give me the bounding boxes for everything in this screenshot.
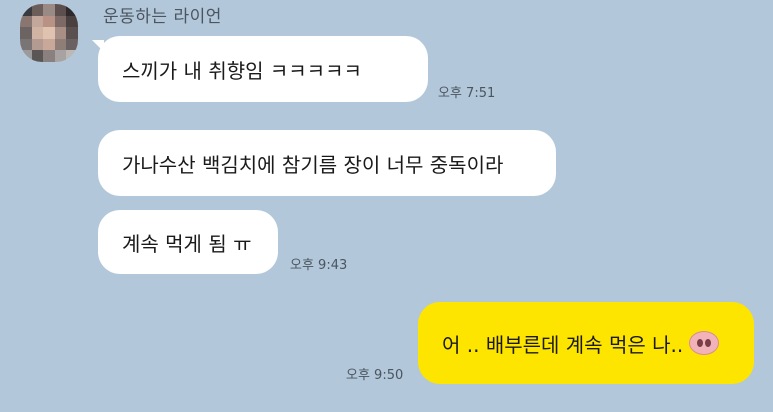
incoming-message-1[interactable]: 스끼가 내 취향임 ㅋㅋㅋㅋㅋ — [98, 36, 428, 102]
sender-avatar[interactable] — [20, 4, 78, 62]
message-time-1: 오후 7:51 — [438, 86, 496, 101]
incoming-message-2[interactable]: 가나수산 백김치에 참기름 장이 너무 중독이라 — [98, 130, 556, 196]
outgoing-message[interactable]: 어 .. 배부른데 계속 먹은 나.. — [418, 302, 754, 384]
message-text: 가나수산 백김치에 참기름 장이 너무 중독이라 — [122, 152, 504, 177]
pig-nose-icon — [689, 331, 720, 355]
message-text: 계속 먹게 됨 ㅠ — [122, 231, 252, 256]
incoming-message-3[interactable]: 계속 먹게 됨 ㅠ — [98, 210, 278, 274]
my-message-time: 오후 9:50 — [346, 368, 404, 383]
message-time-3: 오후 9:43 — [290, 258, 348, 273]
message-text: 스끼가 내 취향임 ㅋㅋㅋㅋㅋ — [122, 58, 362, 83]
sender-name: 운동하는 라이언 — [103, 7, 222, 27]
message-text: 어 .. 배부른데 계속 먹은 나.. — [442, 332, 684, 357]
